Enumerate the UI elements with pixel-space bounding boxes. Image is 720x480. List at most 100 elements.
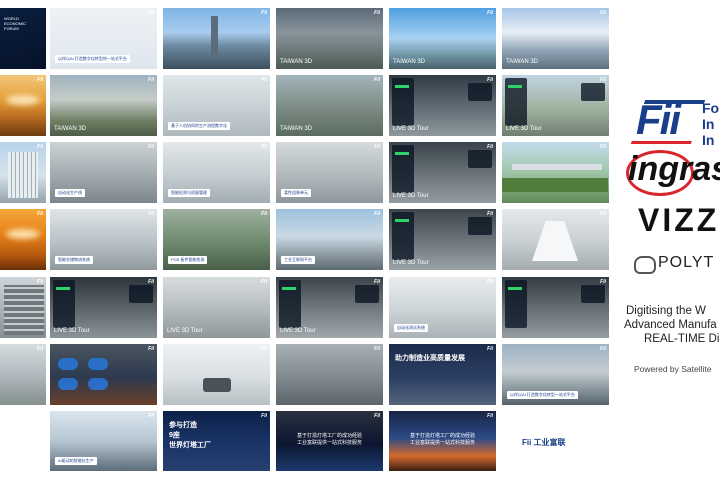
- video-thumbnail[interactable]: 以伴以AI 打造数字化转型一站式平台 Fii: [502, 344, 609, 405]
- video-thumbnail[interactable]: 基于打造灯塔工厂的成功经验 工业富联提供一站式科技服务 Fii: [389, 411, 496, 471]
- fii-watermark: Fii: [374, 10, 380, 16]
- brain-icon: [634, 256, 656, 274]
- hud-bar: [508, 287, 522, 290]
- video-thumbnail[interactable]: 智能检测与质量管理 Fii: [163, 142, 270, 203]
- video-thumbnail[interactable]: Fii: [502, 277, 609, 338]
- video-thumbnail[interactable]: 基于打造灯塔工厂的成功经验 工业富联提供一站式科技服务 Fii: [276, 411, 383, 471]
- tree-line: [502, 178, 608, 192]
- video-thumbnail[interactable]: Fii: [0, 75, 46, 136]
- hud-gauge: [468, 83, 492, 101]
- video-thumbnail[interactable]: 基于人机协同的生产流程数字化 Fii: [163, 75, 270, 136]
- video-thumbnail[interactable]: TAIWAN 3D Fii: [389, 8, 496, 69]
- fii-logo-line-1: Fo: [702, 100, 720, 116]
- polytron-logo: POLYT: [658, 254, 715, 271]
- video-thumbnail[interactable]: LIVE 3D Tour Fii: [50, 277, 157, 338]
- powered-by-text: Powered by Satellite: [634, 364, 712, 374]
- tagline-line-3: REAL-TIME Di: [644, 333, 720, 345]
- video-thumbnail[interactable]: 智能仓储物流系统 Fii: [50, 209, 157, 270]
- wef-logo: WORLD ECONOMIC FORUM: [4, 16, 26, 31]
- fii-logo-line-3: In: [702, 132, 715, 148]
- caption-pill: AI驱动的智能化生产: [55, 457, 97, 465]
- hud-bar: [56, 287, 70, 290]
- fii-logo: Fii Fo In In: [630, 98, 720, 148]
- tile-caption: TAIWAN 3D: [54, 126, 87, 132]
- caption-pill: 工业互联网平台: [281, 256, 315, 264]
- hud-bar: [395, 219, 409, 222]
- caption-pill: 基于人机协同的生产流程数字化: [168, 122, 230, 130]
- fii-watermark: Fii: [261, 279, 267, 285]
- video-thumbnail[interactable]: LIVE 3D Tour Fii: [502, 75, 609, 136]
- fii-watermark: Fii: [600, 346, 606, 352]
- hud-bar: [395, 152, 409, 155]
- hud-bar: [395, 85, 409, 88]
- server-racks: [4, 285, 44, 335]
- video-thumbnail[interactable]: [0, 411, 46, 471]
- video-thumbnail[interactable]: Fii: [502, 209, 609, 270]
- stat-bubble: [88, 358, 108, 370]
- video-thumbnail[interactable]: Fii: [163, 8, 270, 69]
- vizz-logo: VIZZ: [638, 202, 720, 238]
- fii-watermark: Fii: [374, 413, 380, 419]
- fii-watermark: Fii: [261, 211, 267, 217]
- video-thumbnail[interactable]: 助力制造业高质量发展 Fii: [389, 344, 496, 405]
- fii-watermark: Fii: [487, 77, 493, 83]
- video-thumbnail[interactable]: PCB 板件智能检测 Fii: [163, 209, 270, 270]
- fii-watermark: Fii: [148, 10, 154, 16]
- caption-pill: PCB 板件智能检测: [168, 256, 208, 264]
- fii-watermark: Fii: [600, 211, 606, 217]
- video-thumbnail[interactable]: WORLD ECONOMIC FORUM: [0, 8, 46, 69]
- fii-watermark: Fii: [374, 144, 380, 150]
- video-thumbnail[interactable]: 自动化生产线 Fii: [50, 142, 157, 203]
- video-thumbnail[interactable]: LIVE 3D Tour Fii: [389, 209, 496, 270]
- fii-watermark: Fii: [374, 279, 380, 285]
- video-thumbnail[interactable]: TAIWAN 3D Fii: [50, 75, 157, 136]
- stat-bubble: [58, 378, 78, 390]
- video-thumbnail[interactable]: Fii 工业富联: [502, 411, 609, 471]
- video-thumbnail[interactable]: 以伴以AI 打造数字化转型的一站式平台 Fii: [50, 8, 157, 69]
- video-thumbnail[interactable]: TAIWAN 3D Fii: [276, 8, 383, 69]
- video-thumbnail[interactable]: TAIWAN 3D Fii: [502, 8, 609, 69]
- video-thumbnail[interactable]: Fii: [502, 142, 609, 203]
- hud-gauge: [581, 83, 605, 101]
- fii-watermark: Fii: [148, 77, 154, 83]
- video-thumbnail[interactable]: 参与打造 9座 世界灯塔工厂 Fii: [163, 411, 270, 471]
- video-thumbnail[interactable]: 柔性组装单元 Fii: [276, 142, 383, 203]
- video-thumbnail[interactable]: Fii: [0, 277, 46, 338]
- office-building: [8, 152, 38, 198]
- fii-watermark: Fii: [261, 77, 267, 83]
- caption-pill: 智能仓储物流系统: [55, 256, 93, 264]
- fii-logo-text: Fo In In: [702, 100, 719, 148]
- fii-watermark: Fii: [487, 211, 493, 217]
- tile-title: 助力制造业高质量发展: [395, 355, 465, 362]
- video-thumbnail[interactable]: LIVE 3D Tour Fii: [389, 142, 496, 203]
- video-thumbnail[interactable]: Fii: [0, 344, 46, 405]
- video-thumbnail[interactable]: Fii: [276, 344, 383, 405]
- caption-pill: 自动化测试系统: [394, 324, 428, 332]
- fii-watermark: Fii: [261, 413, 267, 419]
- video-thumbnail[interactable]: Fii: [0, 142, 46, 203]
- video-thumbnail[interactable]: Fii: [50, 344, 157, 405]
- video-thumbnail[interactable]: Fii: [163, 344, 270, 405]
- banner-text: 基于打造灯塔工厂的成功经验 工业富联提供一站式科技服务: [296, 433, 362, 446]
- video-thumbnail[interactable]: 自动化测试系统 Fii: [389, 277, 496, 338]
- caption-pill: 柔性组装单元: [281, 189, 311, 197]
- video-thumbnail[interactable]: AI驱动的智能化生产 Fii: [50, 411, 157, 471]
- fii-watermark: Fii: [600, 144, 606, 150]
- fii-watermark: Fii: [261, 10, 267, 16]
- video-thumbnail[interactable]: LIVE 3D Tour Fii: [276, 277, 383, 338]
- fii-watermark: Fii: [148, 211, 154, 217]
- video-thumbnail[interactable]: TAIWAN 3D Fii: [276, 75, 383, 136]
- hud-bar: [508, 85, 522, 88]
- brand-panel: Fii Fo In In ingras VIZZ POLYT Digitisin…: [614, 0, 720, 480]
- fii-industrial-logo: Fii 工业富联: [522, 438, 566, 447]
- video-thumbnail[interactable]: LIVE 3D Tour Fii: [163, 277, 270, 338]
- fii-watermark: Fii: [37, 279, 43, 285]
- tile-caption: LIVE 3D Tour: [393, 260, 429, 266]
- tile-caption: LIVE 3D Tour: [54, 328, 90, 334]
- fii-watermark: Fii: [148, 413, 154, 419]
- video-thumbnail[interactable]: LIVE 3D Tour Fii: [389, 75, 496, 136]
- fii-watermark: Fii: [600, 10, 606, 16]
- banner-text: 基于打造灯塔工厂的成功经验 工业富联提供一站式科技服务: [409, 433, 475, 446]
- video-thumbnail[interactable]: 工业互联网平台 Fii: [276, 209, 383, 270]
- video-thumbnail[interactable]: Fii: [0, 209, 46, 270]
